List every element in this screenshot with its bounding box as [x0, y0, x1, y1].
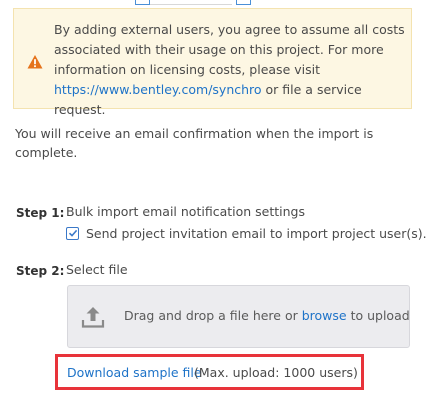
- send-invitation-option[interactable]: Send project invitation email to import …: [66, 224, 427, 242]
- top-fragment-divider: [150, 4, 232, 5]
- dropzone-text-after: to upload: [346, 308, 410, 323]
- max-upload-note: (Max. upload: 1000 users): [194, 365, 358, 380]
- browse-link[interactable]: browse: [302, 308, 347, 323]
- dropzone-text: Drag and drop a file here or browse to u…: [124, 308, 410, 323]
- top-fragment-right: [236, 0, 251, 5]
- step2-description: Select file: [66, 262, 128, 277]
- download-sample-highlight: Download sample file (Max. upload: 1000 …: [55, 354, 364, 390]
- send-invitation-label: Send project invitation email to import …: [86, 225, 427, 241]
- download-sample-link[interactable]: Download sample file: [67, 365, 202, 380]
- send-invitation-checkbox[interactable]: [66, 226, 79, 240]
- top-fragment-left: [135, 0, 150, 5]
- checkmark-icon: [68, 229, 77, 237]
- upload-icon: [81, 307, 105, 328]
- warning-triangle-icon: [27, 55, 43, 69]
- warning-message: By adding external users, you agree to a…: [54, 20, 409, 120]
- dropzone-text-before: Drag and drop a file here or: [124, 308, 302, 323]
- step2-label: Step 2:: [16, 264, 65, 278]
- licensing-warning-banner: By adding external users, you agree to a…: [13, 8, 412, 117]
- email-confirmation-notice: You will receive an email confirmation w…: [15, 126, 374, 160]
- top-fragment: [0, 0, 433, 6]
- step1-label: Step 1:: [16, 206, 65, 220]
- synchro-link[interactable]: https://www.bentley.com/synchro: [54, 82, 262, 97]
- step1-description: Bulk import email notification settings: [66, 204, 305, 219]
- file-dropzone[interactable]: Drag and drop a file here or browse to u…: [67, 285, 410, 348]
- warning-text-before: By adding external users, you agree to a…: [54, 22, 405, 77]
